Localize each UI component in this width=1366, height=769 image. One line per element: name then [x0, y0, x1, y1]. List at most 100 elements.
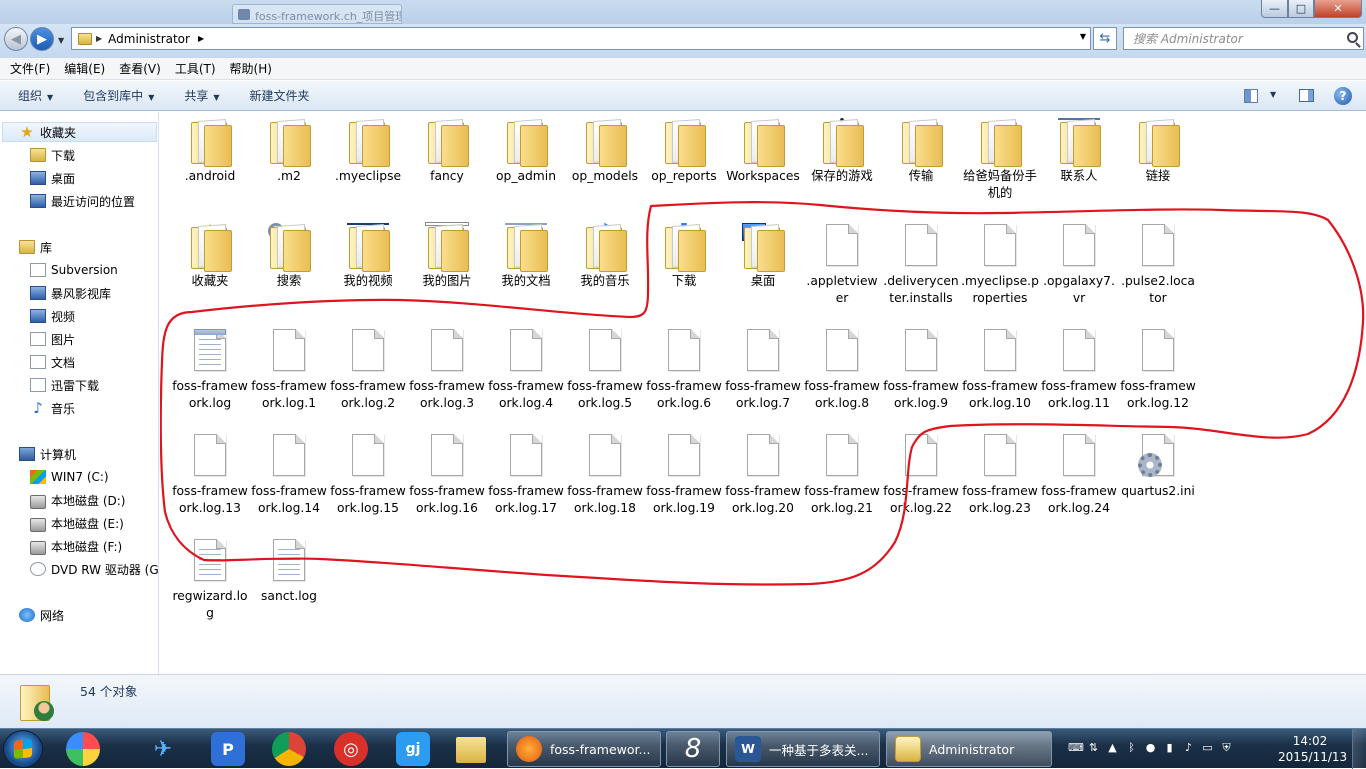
file-item[interactable]: foss-framework.log.20 — [724, 433, 802, 517]
folder-item[interactable]: op_models — [566, 118, 644, 185]
file-item[interactable]: foss-framework.log.18 — [566, 433, 644, 517]
file-item[interactable]: foss-framework.log.24 — [1040, 433, 1118, 517]
forward-button[interactable]: ▶ — [30, 27, 54, 51]
bluetooth-icon[interactable]: ᛒ — [1125, 741, 1138, 754]
menu-view[interactable]: 查看(V) — [119, 60, 161, 77]
organize-button[interactable]: 组织 ▼ — [18, 87, 53, 104]
qq-icon[interactable]: ● — [1144, 741, 1157, 754]
volume-icon[interactable]: ♪ — [1182, 741, 1195, 754]
preview-pane-icon[interactable] — [1299, 89, 1314, 102]
address-bar[interactable]: ▶ Administrator ▶ ▼ — [71, 27, 1091, 50]
security-shield-icon[interactable]: ⛨ — [1220, 741, 1233, 754]
change-view-icon[interactable] — [1244, 89, 1258, 103]
nav-item-drive-f[interactable]: 本地磁盘 (F:) — [30, 536, 122, 556]
file-item[interactable]: foss-framework.log.13 — [171, 433, 249, 517]
folder-item[interactable]: 传输 — [882, 118, 960, 185]
nav-item-pictures[interactable]: 图片 — [30, 329, 75, 349]
nav-libraries[interactable]: 库 — [19, 237, 52, 257]
task-explorer[interactable]: Administrator — [886, 731, 1052, 767]
nav-item-downloads[interactable]: 下载 — [30, 145, 75, 165]
include-in-library-button[interactable]: 包含到库中 ▼ — [83, 87, 154, 104]
file-item[interactable]: foss-framework.log.5 — [566, 328, 644, 412]
close-button[interactable]: ✕ — [1314, 0, 1362, 18]
explorer-pinned-icon[interactable] — [456, 737, 486, 763]
task-word[interactable]: W 一种基于多表关... — [726, 731, 880, 767]
file-item[interactable]: regwizard.log — [171, 538, 249, 622]
folder-item[interactable]: 我的文档 — [487, 223, 565, 290]
file-item[interactable]: foss-framework.log.14 — [250, 433, 328, 517]
nav-item-drive-d[interactable]: 本地磁盘 (D:) — [30, 490, 125, 510]
share-button[interactable]: 共享 ▼ — [184, 87, 219, 104]
breadcrumb-chevron-icon[interactable]: ▶ — [198, 34, 204, 43]
nav-item-baofeng-library[interactable]: 暴风影视库 — [30, 283, 111, 303]
folder-item[interactable]: Workspaces — [724, 118, 802, 185]
new-folder-button[interactable]: 新建文件夹 — [250, 87, 310, 104]
signal-icon[interactable]: ▮ — [1163, 741, 1176, 754]
back-button[interactable]: ◀ — [4, 27, 28, 51]
file-item[interactable]: foss-framework.log.23 — [961, 433, 1039, 517]
folder-item[interactable]: 我的图片 — [408, 223, 486, 290]
pinball-app-icon[interactable] — [66, 732, 100, 766]
folder-item[interactable]: 给爸妈备份手机的 — [961, 118, 1039, 202]
file-item[interactable]: foss-framework.log.15 — [329, 433, 407, 517]
nav-item-videos[interactable]: 视频 — [30, 306, 75, 326]
folder-item[interactable]: op_reports — [645, 118, 723, 185]
nav-item-subversion[interactable]: Subversion — [30, 260, 118, 280]
file-item[interactable]: .appletviewer — [803, 223, 881, 307]
breadcrumb-segment[interactable]: Administrator — [108, 32, 190, 46]
file-item[interactable]: foss-framework.log.22 — [882, 433, 960, 517]
folder-item[interactable]: 联系人 — [1040, 118, 1118, 185]
keyboard-icon[interactable]: ⌨ — [1068, 741, 1084, 754]
refresh-button[interactable]: ⇆ — [1093, 27, 1117, 50]
file-item[interactable]: foss-framework.log.19 — [645, 433, 723, 517]
folder-item[interactable]: .android — [171, 118, 249, 185]
file-item[interactable]: foss-framework.log.16 — [408, 433, 486, 517]
show-hidden-icons[interactable]: ▲ — [1106, 741, 1119, 754]
file-item[interactable]: foss-framework.log — [171, 328, 249, 412]
file-item[interactable]: foss-framework.log.12 — [1119, 328, 1197, 412]
file-item[interactable]: quartus2.ini — [1119, 433, 1197, 500]
start-button[interactable] — [3, 730, 43, 768]
file-item[interactable]: foss-framework.log.9 — [882, 328, 960, 412]
chrome-icon[interactable] — [272, 732, 306, 766]
file-item[interactable]: foss-framework.log.21 — [803, 433, 881, 517]
help-icon[interactable]: ? — [1334, 87, 1352, 105]
show-desktop-button[interactable] — [1352, 729, 1366, 769]
nav-network[interactable]: 网络 — [19, 605, 64, 625]
breadcrumb-chevron-icon[interactable]: ▶ — [96, 34, 102, 43]
folder-item[interactable]: 我的视频 — [329, 223, 407, 290]
folder-item[interactable]: fancy — [408, 118, 486, 185]
input-method-icon[interactable]: gj — [396, 732, 430, 766]
nav-item-recent-places[interactable]: 最近访问的位置 — [30, 191, 135, 211]
bird-app-icon[interactable]: ✈ — [146, 732, 180, 766]
folder-item[interactable]: op_admin — [487, 118, 565, 185]
address-dropdown-icon[interactable]: ▼ — [1080, 32, 1086, 41]
file-item[interactable]: foss-framework.log.11 — [1040, 328, 1118, 412]
search-icon[interactable] — [1347, 32, 1358, 43]
clock[interactable]: 14:02 2015/11/13 — [1278, 733, 1347, 765]
minimize-button[interactable]: — — [1261, 0, 1288, 18]
sync-icon[interactable]: ⇅ — [1087, 741, 1100, 754]
nav-item-desktop[interactable]: 桌面 — [30, 168, 75, 188]
file-item[interactable]: .pulse2.locator — [1119, 223, 1197, 307]
file-item[interactable]: foss-framework.log.6 — [645, 328, 723, 412]
netease-music-icon[interactable]: ◎ — [334, 732, 368, 766]
folder-item[interactable]: ➜ 链接 — [1119, 117, 1197, 185]
menu-edit[interactable]: 编辑(E) — [64, 60, 105, 77]
task-firefox[interactable]: foss-framewor... — [507, 731, 661, 767]
task-eclipse[interactable]: 8 — [666, 731, 720, 767]
file-item[interactable]: .opgalaxy7.vr — [1040, 223, 1118, 307]
file-item[interactable]: foss-framework.log.3 — [408, 328, 486, 412]
menu-file[interactable]: 文件(F) — [10, 60, 50, 77]
maximize-button[interactable]: □ — [1288, 0, 1314, 18]
file-item[interactable]: foss-framework.log.17 — [487, 433, 565, 517]
file-list-view[interactable]: .android .m2 .myeclipse fancy op_admin op_mod… — [160, 112, 1366, 674]
menu-tools[interactable]: 工具(T) — [175, 60, 216, 77]
battery-icon[interactable]: ▭ — [1201, 741, 1214, 754]
file-item[interactable]: sanct.log — [250, 538, 328, 605]
nav-item-dvd-drive[interactable]: DVD RW 驱动器 (G — [30, 559, 158, 579]
folder-item[interactable]: ♟ 保存的游戏 — [803, 117, 881, 185]
nav-item-thunder-downloads[interactable]: 迅雷下载 — [30, 375, 99, 395]
background-window-tab[interactable]: foss-framework.ch_项目管理 — [232, 4, 402, 24]
file-item[interactable]: foss-framework.log.1 — [250, 328, 328, 412]
